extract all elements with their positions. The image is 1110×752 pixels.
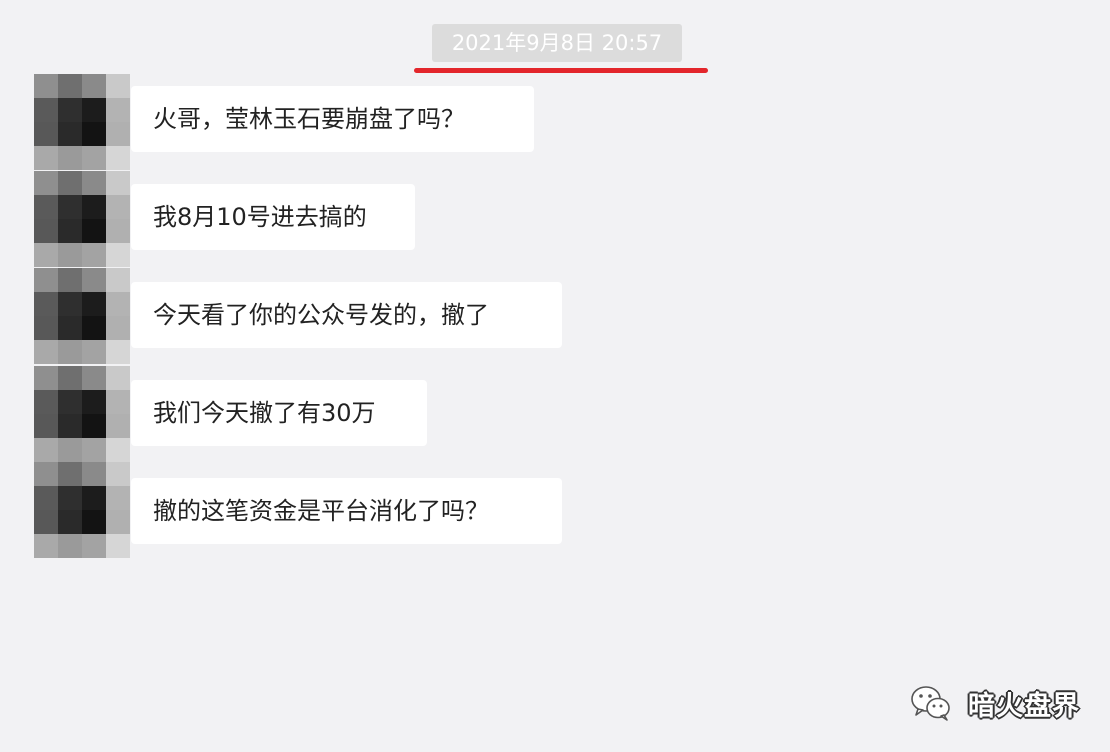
avatar-mosaic-pixel: [106, 171, 130, 195]
avatar-mosaic-pixel: [82, 462, 106, 486]
avatar-mosaic-pixel: [34, 414, 58, 438]
avatar-mosaic-pixel: [106, 195, 130, 219]
avatar-mosaic-pixel: [106, 292, 130, 316]
sender-avatar[interactable]: [34, 462, 130, 558]
avatar-mosaic-pixel: [58, 510, 82, 534]
sender-avatar[interactable]: [34, 74, 130, 170]
avatar-mosaic-pixel: [82, 268, 106, 292]
avatar-mosaic-pixel: [82, 366, 106, 390]
watermark: 暗火盘界: [908, 680, 1080, 726]
avatar-mosaic-pixel: [82, 438, 106, 462]
avatar-mosaic-pixel: [58, 195, 82, 219]
avatar-mosaic-pixel: [82, 171, 106, 195]
avatar-mosaic-pixel: [58, 171, 82, 195]
avatar-mosaic-pixel: [34, 462, 58, 486]
avatar-mosaic-pixel: [34, 510, 58, 534]
avatar-mosaic-pixel: [82, 340, 106, 364]
message-bubble[interactable]: 我们今天撤了有30万: [131, 380, 427, 446]
message-bubble[interactable]: 我8月10号进去搞的: [131, 184, 415, 250]
avatar-mosaic-pixel: [106, 268, 130, 292]
avatar-mosaic-pixel: [34, 219, 58, 243]
timestamp-label: 2021年9月8日 20:57: [432, 24, 682, 62]
timestamp-underline: [414, 68, 708, 73]
avatar-mosaic-pixel: [82, 316, 106, 340]
avatar-mosaic-pixel: [58, 414, 82, 438]
watermark-text: 暗火盘界: [968, 690, 1080, 722]
avatar-mosaic-pixel: [82, 219, 106, 243]
avatar-mosaic-pixel: [106, 438, 130, 462]
avatar-mosaic-pixel: [106, 98, 130, 122]
avatar-mosaic-pixel: [58, 122, 82, 146]
avatar-mosaic-pixel: [58, 534, 82, 558]
avatar-mosaic-pixel: [34, 486, 58, 510]
avatar-mosaic-pixel: [34, 146, 58, 170]
message-bubble[interactable]: 撤的这笔资金是平台消化了吗？: [131, 478, 562, 544]
avatar-mosaic-pixel: [82, 98, 106, 122]
avatar-mosaic-pixel: [58, 486, 82, 510]
avatar-mosaic-pixel: [82, 146, 106, 170]
avatar-mosaic-pixel: [34, 438, 58, 462]
avatar-mosaic-pixel: [106, 510, 130, 534]
avatar-mosaic-pixel: [82, 510, 106, 534]
avatar-mosaic-pixel: [58, 292, 82, 316]
avatar-mosaic-pixel: [58, 98, 82, 122]
avatar-mosaic-pixel: [58, 438, 82, 462]
avatar-mosaic-pixel: [58, 268, 82, 292]
avatar-mosaic-pixel: [106, 243, 130, 267]
avatar-mosaic-pixel: [58, 243, 82, 267]
avatar-mosaic-pixel: [82, 74, 106, 98]
avatar-mosaic-pixel: [34, 74, 58, 98]
sender-avatar[interactable]: [34, 171, 130, 267]
avatar-mosaic-pixel: [58, 74, 82, 98]
wechat-icon: [911, 686, 950, 721]
avatar-mosaic-pixel: [34, 292, 58, 316]
avatar-mosaic-pixel: [82, 243, 106, 267]
avatar-mosaic-pixel: [58, 340, 82, 364]
avatar-mosaic-pixel: [82, 292, 106, 316]
avatar-mosaic-pixel: [58, 462, 82, 486]
avatar-mosaic-pixel: [58, 366, 82, 390]
avatar-mosaic-pixel: [82, 195, 106, 219]
avatar-mosaic-pixel: [34, 122, 58, 146]
message-bubble[interactable]: 火哥，莹林玉石要崩盘了吗？: [131, 86, 534, 152]
avatar-mosaic-pixel: [34, 390, 58, 414]
avatar-mosaic-pixel: [34, 243, 58, 267]
avatar-mosaic-pixel: [82, 486, 106, 510]
avatar-mosaic-pixel: [106, 414, 130, 438]
message-bubble[interactable]: 今天看了你的公众号发的，撤了: [131, 282, 562, 348]
avatar-mosaic-pixel: [106, 219, 130, 243]
avatar-mosaic-pixel: [34, 340, 58, 364]
avatar-mosaic-pixel: [58, 219, 82, 243]
avatar-mosaic-pixel: [58, 390, 82, 414]
sender-avatar[interactable]: [34, 268, 130, 364]
avatar-mosaic-pixel: [82, 390, 106, 414]
avatar-mosaic-pixel: [106, 316, 130, 340]
avatar-mosaic-pixel: [34, 195, 58, 219]
avatar-mosaic-pixel: [34, 366, 58, 390]
avatar-mosaic-pixel: [106, 340, 130, 364]
avatar-mosaic-pixel: [34, 534, 58, 558]
avatar-mosaic-pixel: [106, 74, 130, 98]
avatar-mosaic-pixel: [82, 414, 106, 438]
avatar-mosaic-pixel: [106, 390, 130, 414]
sender-avatar[interactable]: [34, 366, 130, 462]
avatar-mosaic-pixel: [106, 366, 130, 390]
avatar-mosaic-pixel: [106, 146, 130, 170]
avatar-mosaic-pixel: [106, 534, 130, 558]
avatar-mosaic-pixel: [106, 122, 130, 146]
avatar-mosaic-pixel: [82, 122, 106, 146]
avatar-mosaic-pixel: [34, 98, 58, 122]
avatar-mosaic-pixel: [34, 171, 58, 195]
avatar-mosaic-pixel: [34, 316, 58, 340]
avatar-mosaic-pixel: [58, 316, 82, 340]
avatar-mosaic-pixel: [82, 534, 106, 558]
avatar-mosaic-pixel: [58, 146, 82, 170]
avatar-mosaic-pixel: [106, 462, 130, 486]
avatar-mosaic-pixel: [106, 486, 130, 510]
avatar-mosaic-pixel: [34, 268, 58, 292]
